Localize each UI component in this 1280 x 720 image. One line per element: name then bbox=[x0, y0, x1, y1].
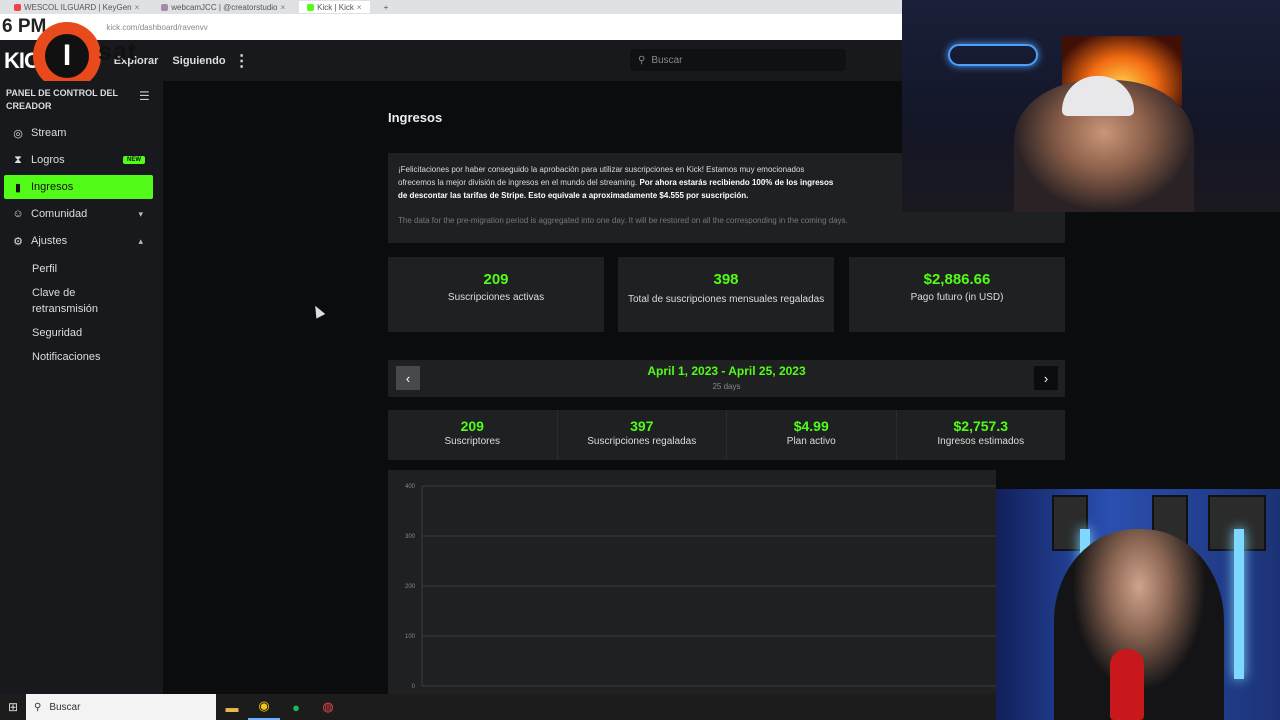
y-tick-label: 200 bbox=[405, 584, 416, 590]
close-icon[interactable]: × bbox=[357, 3, 362, 12]
chevron-up-icon: ▴ bbox=[138, 235, 143, 246]
watermark-text: sat bbox=[98, 38, 138, 66]
search-icon: ⚲ bbox=[34, 701, 42, 713]
y-tick-label: 0 bbox=[412, 684, 416, 690]
card-label: Total de suscripciones mensuales regalad… bbox=[628, 294, 825, 305]
range-days: 25 days bbox=[712, 382, 741, 391]
future-payout-card: $2,886.66 Pago futuro (in USD) bbox=[849, 257, 1065, 332]
close-icon[interactable]: × bbox=[281, 3, 286, 12]
next-range-button[interactable]: › bbox=[1034, 366, 1058, 390]
users-icon: ☺ bbox=[12, 208, 24, 220]
nav-following[interactable]: Siguiendo bbox=[172, 55, 225, 67]
notice-subtext: The data for the pre-migration period is… bbox=[398, 216, 848, 225]
sidebar-title: PANEL DE CONTROL DEL CREADOR bbox=[6, 88, 118, 111]
sidebar-item-label: Logros bbox=[31, 154, 65, 166]
watermark-letter: I bbox=[45, 34, 89, 78]
windows-start-icon[interactable]: ⊞ bbox=[0, 694, 26, 720]
collapse-sidebar-icon[interactable]: ☰ bbox=[139, 89, 150, 103]
sidebar-item-label: Comunidad bbox=[31, 208, 88, 220]
broadcast-icon: ◎ bbox=[13, 127, 23, 140]
tab-label: WESCOL ILGUARD | KeyGen bbox=[24, 2, 132, 12]
microphone bbox=[1110, 649, 1144, 720]
browser-tab[interactable]: WESCOL ILGUARD | KeyGen × bbox=[6, 1, 147, 13]
trophy-icon: ⧗ bbox=[14, 153, 22, 166]
stat-active-plan: $4.99 Plan activo bbox=[727, 410, 897, 460]
spotify-icon[interactable]: ● bbox=[280, 694, 312, 720]
search-input[interactable]: ⚲ Buscar bbox=[630, 49, 846, 71]
card-label: Pago futuro (in USD) bbox=[910, 292, 1004, 303]
sidebar-subitem-perfil[interactable]: Perfil bbox=[32, 261, 142, 277]
new-badge: NEW bbox=[123, 156, 145, 164]
y-tick-label: 300 bbox=[405, 534, 416, 540]
browser-tab-bar: WESCOL ILGUARD | KeyGen × webcamJCC | @cr… bbox=[0, 0, 902, 14]
streamer-webcam bbox=[902, 0, 1280, 212]
stat-subscribers: 209 Suscriptores bbox=[388, 410, 558, 460]
page-title: Ingresos bbox=[388, 110, 443, 125]
gifted-subscriptions-card: 398 Total de suscripciones mensuales reg… bbox=[618, 257, 834, 332]
stat-label: Suscriptores bbox=[444, 436, 501, 447]
address-bar: 6 PM kick.com/dashboard/ravenvv bbox=[0, 14, 902, 40]
search-icon: ⚲ bbox=[638, 54, 646, 66]
stat-estimated-income: $2,757.3 Ingresos estimados bbox=[897, 410, 1066, 460]
card-value: 209 bbox=[483, 271, 509, 288]
url-field[interactable]: kick.com/dashboard/ravenvv bbox=[106, 23, 207, 32]
chart-svg: 400 300 200 100 0 bbox=[405, 484, 996, 690]
file-explorer-icon[interactable]: ▬ bbox=[216, 694, 248, 720]
tab-favicon-icon bbox=[14, 3, 21, 11]
sidebar-item-comunidad[interactable]: ☺ Comunidad ▾ bbox=[4, 202, 153, 226]
stat-label: Suscripciones regaladas bbox=[587, 436, 697, 447]
income-chart: 400 300 200 100 0 bbox=[388, 470, 996, 694]
stat-value: 209 bbox=[460, 418, 484, 434]
neon-sign bbox=[948, 44, 1038, 66]
search-placeholder: Buscar bbox=[651, 54, 683, 66]
sidebar-item-stream[interactable]: ◎ Stream bbox=[4, 121, 153, 145]
sidebar-subitem-seguridad[interactable]: Seguridad bbox=[32, 325, 142, 341]
stat-label: Ingresos estimados bbox=[937, 436, 1025, 447]
gear-icon: ⚙ bbox=[13, 235, 23, 248]
taskbar-search[interactable]: ⚲ Buscar bbox=[26, 694, 216, 720]
sidebar-item-label: Stream bbox=[31, 127, 67, 139]
screen: WESCOL ILGUARD | KeyGen × webcamJCC | @cr… bbox=[0, 0, 1280, 720]
sidebar-item-label: Ingresos bbox=[31, 181, 74, 193]
card-label: Suscripciones activas bbox=[447, 292, 545, 303]
creator-sidebar: PANEL DE CONTROL DEL CREADOR ☰ ◎ Stream … bbox=[0, 81, 163, 694]
tab-label: Kick | Kick bbox=[317, 2, 354, 12]
range-dates: April 1, 2023 - April 25, 2023 bbox=[647, 364, 806, 378]
active-subscriptions-card: 209 Suscripciones activas bbox=[388, 257, 604, 332]
period-stats: 209 Suscriptores 397 Suscripciones regal… bbox=[388, 410, 1065, 460]
stat-label: Plan activo bbox=[786, 436, 836, 447]
more-options-icon[interactable]: ⋮ bbox=[234, 51, 250, 71]
y-tick-label: 400 bbox=[405, 484, 416, 490]
sidebar-subitem-clave[interactable]: Clave de retransmisión bbox=[32, 285, 142, 317]
sidebar-item-label: Ajustes bbox=[31, 235, 68, 247]
tab-label: webcamJCC | @creatorstudio bbox=[171, 2, 278, 12]
kick-favicon-icon bbox=[307, 3, 315, 11]
chevron-down-icon: ▾ bbox=[138, 208, 143, 219]
stat-value: 397 bbox=[630, 418, 654, 434]
browser-tab[interactable]: webcamJCC | @creatorstudio × bbox=[153, 1, 293, 13]
stat-value: $4.99 bbox=[793, 418, 829, 434]
windows-taskbar: ⊞ ⚲ Buscar ▬ ◉ ● ◍ bbox=[0, 694, 996, 720]
new-tab-button[interactable]: + bbox=[376, 1, 397, 13]
isat-watermark-logo: I bbox=[33, 22, 101, 90]
taskbar-search-placeholder: Buscar bbox=[49, 701, 81, 713]
date-range-selector: ‹ April 1, 2023 - April 25, 2023 25 days… bbox=[388, 360, 1065, 397]
sidebar-item-ajustes[interactable]: ⚙ Ajustes ▴ bbox=[4, 229, 153, 253]
bar-chart-icon: ▮ bbox=[14, 181, 22, 194]
led-light bbox=[1234, 529, 1244, 679]
close-icon[interactable]: × bbox=[135, 3, 140, 12]
sidebar-subitem-notificaciones[interactable]: Notificaciones bbox=[32, 349, 142, 365]
tab-favicon-icon bbox=[161, 3, 169, 11]
card-value: 398 bbox=[713, 271, 739, 288]
stat-value: $2,757.3 bbox=[953, 418, 1009, 434]
sidebar-item-logros[interactable]: ⧗ Logros NEW bbox=[4, 148, 153, 172]
host-webcam bbox=[996, 489, 1280, 720]
chrome-icon[interactable]: ◉ bbox=[248, 694, 280, 720]
y-tick-label: 100 bbox=[405, 634, 416, 640]
card-value: $2,886.66 bbox=[923, 271, 991, 288]
app-icon[interactable]: ◍ bbox=[312, 694, 344, 720]
stat-gifted: 397 Suscripciones regaladas bbox=[558, 410, 727, 460]
sidebar-item-ingresos[interactable]: ▮ Ingresos bbox=[4, 175, 153, 199]
browser-tab-active[interactable]: Kick | Kick × bbox=[299, 1, 370, 13]
